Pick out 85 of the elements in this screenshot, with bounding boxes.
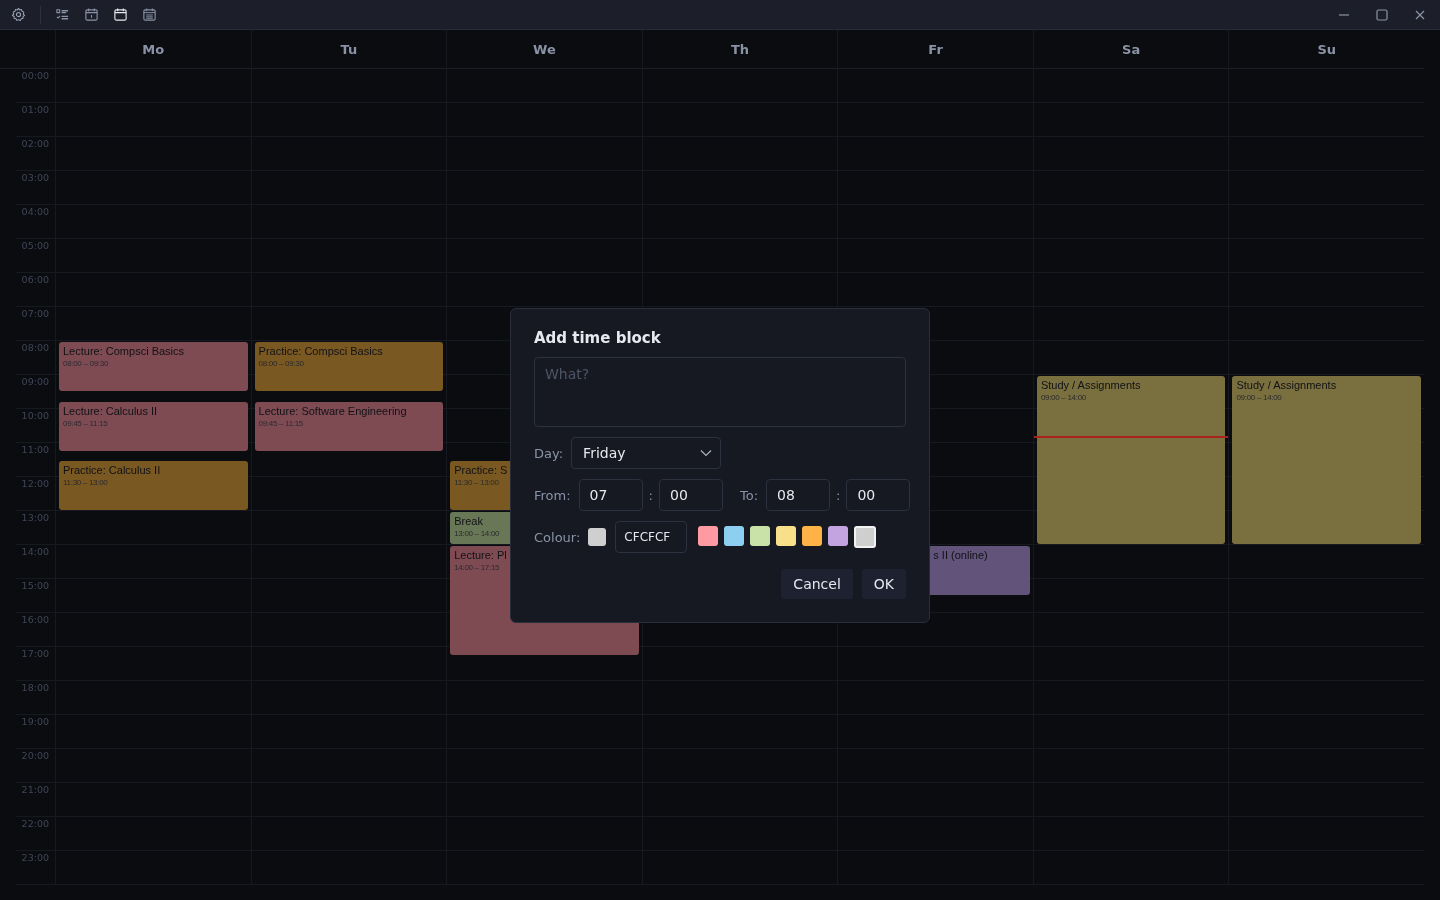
event-title: Practice: Compsci Basics: [258, 345, 383, 357]
hour-label: 15:00: [21, 580, 49, 593]
event-title: Break: [454, 515, 483, 527]
event-time: 13:00 – 14:00: [454, 529, 500, 538]
day-header: Su: [1317, 41, 1337, 57]
hour-label: 08:00: [21, 342, 49, 355]
colour-hex-field[interactable]: CFCFCF: [615, 521, 688, 553]
dialog-title: Add time block: [534, 329, 662, 347]
hour-label: 04:00: [21, 206, 49, 219]
event-time: 09:00 – 14:00: [1236, 393, 1282, 402]
settings-icon[interactable]: [11, 7, 26, 22]
hour-label: 18:00: [21, 682, 49, 695]
hour-label: 23:00: [21, 852, 49, 865]
hour-label: 22:00: [21, 818, 49, 831]
hour-label: 17:00: [21, 648, 49, 661]
hour-label: 12:00: [21, 478, 49, 491]
day-header: Th: [730, 41, 750, 57]
close-icon[interactable]: [1414, 8, 1426, 21]
event-time: 09:00 – 14:00: [1040, 393, 1086, 402]
day-header: We: [533, 41, 556, 57]
event-time: 11:30 – 13:00: [454, 478, 499, 487]
hour-label: 07:00: [21, 308, 49, 321]
hour-label: 09:00: [21, 376, 49, 389]
maximize-icon[interactable]: [1376, 8, 1388, 21]
colour-swatch[interactable]: [828, 526, 849, 546]
event-time: 11:30 – 13:00: [63, 478, 108, 487]
event-title: Lecture: Compsci Basics: [63, 345, 185, 357]
hour-label: 21:00: [21, 784, 49, 797]
event-title: Study / Assignments: [1040, 379, 1141, 391]
to-hour-field[interactable]: 08: [766, 479, 831, 511]
from-minute-field[interactable]: 00: [659, 479, 723, 511]
day-header: Sa: [1122, 41, 1141, 57]
event-time: 09:45 – 11:15: [63, 418, 108, 428]
event-title: Practice: S: [454, 464, 508, 476]
colour-swatch[interactable]: [698, 526, 719, 546]
event-title: Lecture: Pl: [454, 549, 507, 561]
hour-label: 05:00: [21, 240, 49, 253]
day-header: Tu: [340, 41, 358, 57]
colour-swatch[interactable]: [776, 526, 797, 546]
event-block[interactable]: Study / Assignments 09:00 – 14:00: [1036, 376, 1226, 544]
hour-label: 06:00: [21, 274, 49, 287]
hour-label: 00:00: [21, 70, 49, 83]
calendar-icon[interactable]: [113, 7, 128, 22]
calendar-day-icon[interactable]: [84, 7, 99, 22]
from-hour-field[interactable]: 07: [578, 479, 643, 511]
event-time: 08:00 – 09:30: [63, 359, 109, 368]
hour-label: 10:00: [21, 410, 49, 423]
time-separator: :: [648, 487, 653, 503]
event-title: Practice: Calculus II: [63, 464, 161, 476]
event-title: Lecture: Software Engineering: [258, 404, 407, 417]
time-separator: :: [836, 487, 841, 503]
dialog-button[interactable]: OK: [861, 569, 906, 599]
hour-label: 20:00: [21, 750, 49, 763]
event-block[interactable]: Study / Assignments 09:00 – 14:00: [1232, 376, 1422, 544]
from-label: From:: [534, 487, 571, 503]
event-title: Lecture: Calculus II: [63, 404, 158, 417]
hour-label: 13:00: [21, 512, 49, 525]
event-title: s II (online): [933, 549, 988, 561]
checklist-icon[interactable]: [55, 7, 70, 22]
day-header: Fr: [928, 41, 943, 57]
colour-swatch[interactable]: [724, 526, 745, 546]
day-dropdown[interactable]: Friday: [571, 437, 722, 469]
dialog-button[interactable]: Cancel: [781, 569, 853, 599]
hour-label: 14:00: [21, 546, 49, 559]
event-time: 08:00 – 09:30: [258, 359, 304, 368]
day-label: Day:: [534, 445, 564, 461]
chevron-down-icon: [700, 449, 713, 457]
hour-label: 03:00: [21, 172, 49, 185]
to-minute-field[interactable]: 00: [846, 479, 911, 511]
event-title: Study / Assignments: [1236, 379, 1337, 391]
colour-swatch[interactable]: [750, 526, 771, 546]
hour-label: 02:00: [21, 138, 49, 151]
colour-swatch[interactable]: [854, 526, 877, 548]
event-time: 14:00 – 17:15: [454, 563, 500, 572]
colour-label: Colour:: [534, 529, 581, 545]
hour-label: 16:00: [21, 614, 49, 627]
to-label: To:: [740, 487, 759, 503]
what-field[interactable]: What?: [534, 357, 906, 427]
event-time: 09:45 – 11:15: [258, 418, 304, 428]
hour-label: 19:00: [21, 716, 49, 729]
hour-label: 11:00: [21, 444, 49, 457]
calendar-month-icon[interactable]: [142, 7, 157, 22]
colour-swatch[interactable]: [802, 526, 823, 546]
day-header: Mo: [142, 41, 165, 57]
hour-label: 01:00: [21, 104, 49, 117]
